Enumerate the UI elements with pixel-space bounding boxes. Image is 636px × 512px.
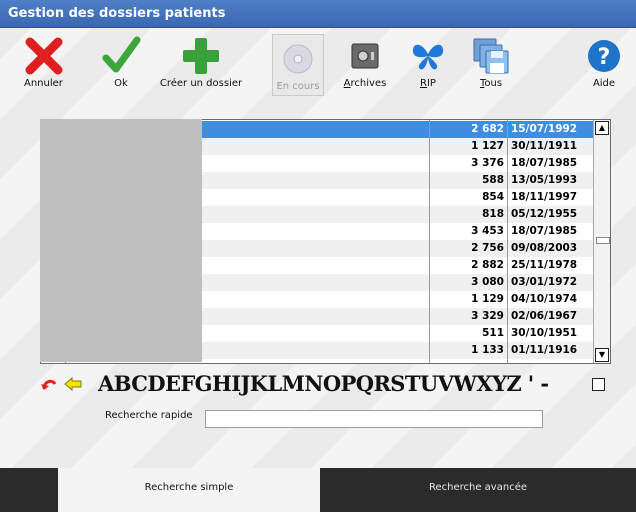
search-tabs: Recherche simple Recherche avancée xyxy=(0,468,636,512)
ok-button[interactable]: Ok xyxy=(101,36,141,89)
row-record-number: 2 756 xyxy=(429,240,507,257)
scroll-thumb[interactable] xyxy=(596,237,610,244)
row-birth-date: 05/12/1955 xyxy=(507,206,594,223)
row-birth-date: 18/11/1997 xyxy=(507,189,594,206)
cancel-x-icon xyxy=(25,37,63,75)
row-record-number: 511 xyxy=(429,325,507,342)
row-record-number: 3 080 xyxy=(429,274,507,291)
in-progress-button[interactable]: En cours xyxy=(272,34,324,96)
redacted-names-area xyxy=(40,119,202,362)
row-birth-date: 30/11/1911 xyxy=(507,138,594,155)
col-line-date xyxy=(507,120,508,363)
plus-icon xyxy=(183,38,219,74)
row-birth-date: 25/11/1978 xyxy=(507,257,594,274)
help-icon: ? xyxy=(588,40,620,72)
row-birth-date: 13/05/1993 xyxy=(507,172,594,189)
row-birth-date: 01/11/1916 xyxy=(507,342,594,359)
row-record-number: 3 376 xyxy=(429,155,507,172)
row-record-number: 1 127 xyxy=(429,138,507,155)
undo-arrow-icon[interactable] xyxy=(40,375,58,393)
scroll-down-button[interactable]: ▼ xyxy=(595,348,609,362)
all-label: Tous xyxy=(479,78,503,89)
cancel-label: Annuler xyxy=(24,78,63,89)
scroll-up-button[interactable]: ▲ xyxy=(595,121,609,135)
ok-label: Ok xyxy=(114,78,128,89)
all-button[interactable]: Tous xyxy=(466,36,516,89)
help-button[interactable]: ? Aide xyxy=(584,36,624,89)
row-birth-date: 18/07/1985 xyxy=(507,155,594,172)
in-progress-label: En cours xyxy=(276,81,320,92)
quick-search-label: Recherche rapide xyxy=(105,410,193,421)
quick-search-input[interactable] xyxy=(205,410,543,428)
rip-button[interactable]: RIP xyxy=(408,36,448,89)
row-birth-date: 04/10/1974 xyxy=(507,291,594,308)
butterfly-icon xyxy=(412,44,444,70)
row-record-number: 2 682 xyxy=(429,121,507,138)
alphabet-checkbox[interactable] xyxy=(592,378,605,391)
row-birth-date: 09/08/2003 xyxy=(507,240,594,257)
checkmark-icon xyxy=(102,36,141,73)
floppy-stack-icon xyxy=(473,38,509,74)
row-birth-date: 30/10/1951 xyxy=(507,325,594,342)
alphabet-letters[interactable]: ABCDEFGHIJKLMNOPQRSTUVWXYZ ' - xyxy=(98,371,549,396)
row-birth-date: 15/07/1992 xyxy=(507,121,594,138)
safe-icon xyxy=(351,43,379,69)
row-birth-date: 18/07/1985 xyxy=(507,223,594,240)
col-line-number xyxy=(429,120,430,363)
archives-label: Archives xyxy=(343,78,387,89)
row-birth-date: 03/01/1972 xyxy=(507,274,594,291)
window-title: Gestion des dossiers patients xyxy=(0,0,636,28)
help-label: Aide xyxy=(592,78,616,89)
cd-disc-icon xyxy=(283,44,313,74)
svg-text:?: ? xyxy=(598,45,611,70)
create-folder-button[interactable]: Créer un dossier xyxy=(156,36,246,89)
row-record-number: 1 133 xyxy=(429,342,507,359)
rip-label: RIP xyxy=(420,78,436,89)
archives-button[interactable]: Archives xyxy=(340,36,390,89)
row-record-number: 818 xyxy=(429,206,507,223)
patient-records-window: Gestion des dossiers patients Annuler Ok… xyxy=(0,0,636,512)
tab-simple-search[interactable]: Recherche simple xyxy=(58,468,320,512)
row-record-number: 3 329 xyxy=(429,308,507,325)
tab-advanced-search[interactable]: Recherche avancée xyxy=(320,468,636,512)
vertical-scrollbar[interactable]: ▲ ▼ xyxy=(593,120,610,363)
row-record-number: 1 129 xyxy=(429,291,507,308)
row-birth-date: 02/06/1967 xyxy=(507,308,594,325)
toolbar: Annuler Ok Créer un dossier En cours Arc… xyxy=(0,30,636,100)
left-arrow-icon[interactable] xyxy=(64,376,82,392)
row-record-number: 2 882 xyxy=(429,257,507,274)
row-record-number: 588 xyxy=(429,172,507,189)
create-folder-label: Créer un dossier xyxy=(159,78,243,89)
cancel-button[interactable]: Annuler xyxy=(24,36,63,89)
row-record-number: 854 xyxy=(429,189,507,206)
row-record-number: 3 453 xyxy=(429,223,507,240)
